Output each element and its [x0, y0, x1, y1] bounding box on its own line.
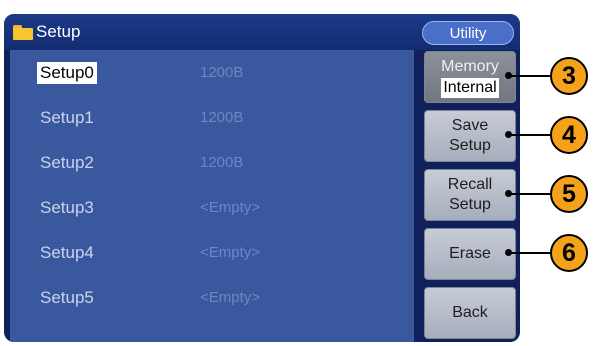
callout-dot-5 [505, 190, 512, 197]
callout-dot-4 [505, 131, 512, 138]
header-bar: Setup Utility [4, 14, 520, 50]
recall-label-1: Recall [447, 176, 493, 193]
memory-softkey[interactable]: Memory Internal [424, 51, 516, 103]
save-label-2: Setup [449, 137, 491, 154]
erase-label: Erase [449, 245, 491, 262]
setup-screen: Setup Utility Setup0 1200B Setup1 1200B … [4, 14, 520, 342]
setup-row-4[interactable]: Setup4 <Empty> [10, 236, 414, 276]
setup-name: Setup2 [40, 153, 94, 172]
setup-name: Setup0 [37, 62, 97, 84]
memory-label: Memory [441, 58, 499, 75]
save-label-1: Save [451, 117, 489, 134]
recall-setup-button[interactable]: Recall Setup [424, 169, 516, 221]
utility-mode-badge: Utility [422, 21, 514, 45]
recall-label-2: Setup [449, 196, 491, 213]
setup-row-1[interactable]: Setup1 1200B [10, 101, 414, 141]
callout-dot-6 [505, 249, 512, 256]
callout-6: 6 [550, 234, 588, 272]
callout-3: 3 [550, 57, 588, 95]
setup-size: <Empty> [200, 289, 261, 306]
back-label: Back [452, 304, 488, 321]
page-title: Setup [36, 22, 81, 41]
setup-size: <Empty> [200, 199, 261, 216]
setup-name: Setup4 [40, 243, 94, 262]
callout-dot-3 [505, 72, 512, 79]
setup-name: Setup5 [40, 288, 94, 307]
callout-5: 5 [550, 175, 588, 213]
callout-leader-4 [508, 134, 552, 136]
save-setup-button[interactable]: Save Setup [424, 110, 516, 162]
setup-row-2[interactable]: Setup2 1200B [10, 146, 414, 186]
setup-list: Setup0 1200B Setup1 1200B Setup2 1200B S… [10, 50, 414, 342]
memory-value: Internal [441, 78, 499, 98]
setup-row-0[interactable]: Setup0 1200B [10, 56, 414, 96]
setup-size: 1200B [200, 64, 244, 81]
setup-size: 1200B [200, 154, 244, 171]
setup-size: 1200B [200, 109, 244, 126]
folder-icon [13, 25, 33, 40]
setup-name: Setup3 [40, 198, 94, 217]
setup-name: Setup1 [40, 108, 94, 127]
setup-size: <Empty> [200, 244, 261, 261]
callout-leader-5 [508, 193, 552, 195]
back-button[interactable]: Back [424, 287, 516, 339]
erase-button[interactable]: Erase [424, 228, 516, 280]
setup-row-3[interactable]: Setup3 <Empty> [10, 191, 414, 231]
setup-row-5[interactable]: Setup5 <Empty> [10, 281, 414, 321]
callout-4: 4 [550, 116, 588, 154]
callout-leader-6 [508, 252, 552, 254]
callout-leader-3 [508, 75, 552, 77]
